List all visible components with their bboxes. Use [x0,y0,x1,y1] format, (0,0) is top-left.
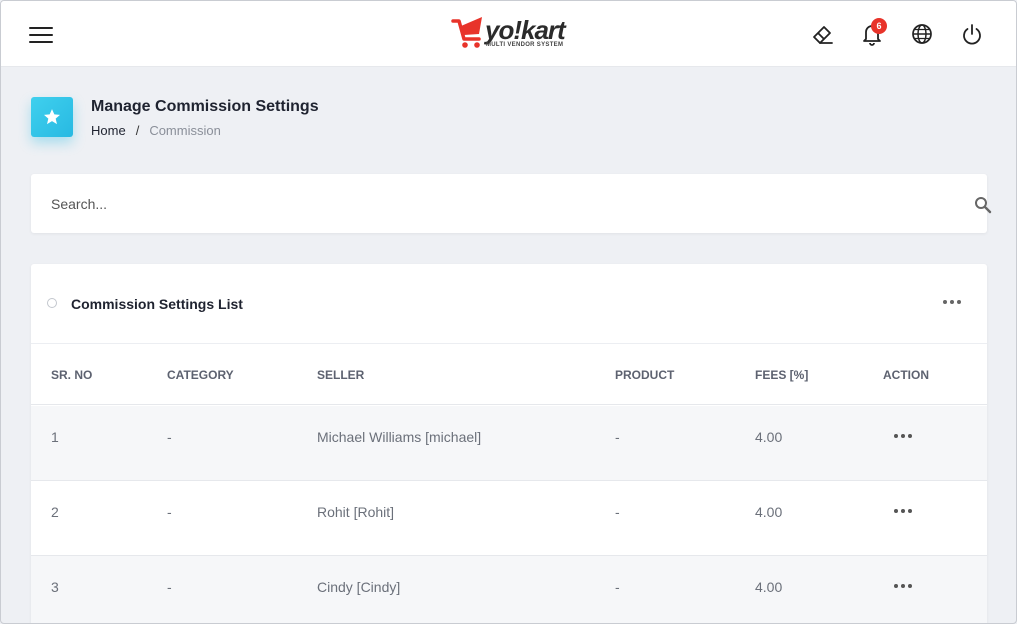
hamburger-icon[interactable] [29,27,53,45]
column-header-action: ACTION [883,368,929,382]
card-more-options-icon[interactable] [939,294,965,310]
power-icon[interactable] [959,21,985,47]
page-star-icon-box [31,97,73,137]
breadcrumb-current: Commission [149,123,221,138]
column-header-product[interactable]: PRODUCT [615,368,674,382]
cell-fees: 4.00 [755,429,783,445]
table-row: 1 - Michael Williams [michael] - 4.00 [31,406,987,481]
column-header-fees[interactable]: FEES [%] [755,368,808,382]
status-circle-icon [47,298,57,308]
breadcrumb: Home / Commission [91,123,221,138]
cart-logo-icon [451,17,482,48]
notification-badge: 6 [871,18,887,34]
breadcrumb-home-link[interactable]: Home [91,123,126,138]
table-row: 3 - Cindy [Cindy] - 4.00 [31,556,987,623]
search-icon[interactable] [973,195,993,215]
card-title: Commission Settings List [71,296,243,312]
cell-sr-no: 1 [51,429,59,445]
cell-product: - [615,504,620,520]
row-actions-icon[interactable] [891,503,915,519]
search-input[interactable] [51,192,931,216]
commission-list-card: Commission Settings List SR. NO CATEGORY… [31,264,987,623]
cell-sr-no: 3 [51,579,59,595]
eraser-icon[interactable] [809,21,835,47]
cell-category: - [167,579,172,595]
globe-icon[interactable] [909,21,935,47]
column-header-sr-no[interactable]: SR. NO [51,368,92,382]
cell-seller: Rohit [Rohit] [317,504,395,520]
app-window: yo!kart MULTI VENDOR SYSTEM 6 Manage Com… [0,0,1017,624]
cell-seller: Michael Williams [michael] [317,429,482,445]
table-row: 2 - Rohit [Rohit] - 4.00 [31,481,987,556]
star-icon [44,109,60,125]
row-actions-icon[interactable] [891,578,915,594]
logo-subtitle: MULTI VENDOR SYSTEM [486,42,564,48]
cell-category: - [167,504,172,520]
cell-product: - [615,429,620,445]
search-card [31,174,992,233]
page-title: Manage Commission Settings [91,98,319,115]
table-header: SR. NO CATEGORY SELLER PRODUCT FEES [%] … [31,344,987,405]
row-actions-icon[interactable] [891,428,915,444]
column-header-seller[interactable]: SELLER [317,368,364,382]
cell-sr-no: 2 [51,504,59,520]
breadcrumb-separator: / [135,123,140,138]
cell-product: - [615,579,620,595]
cell-fees: 4.00 [755,504,783,520]
top-bar: yo!kart MULTI VENDOR SYSTEM 6 [1,1,1016,67]
logo[interactable]: yo!kart MULTI VENDOR SYSTEM [451,15,571,53]
cell-fees: 4.00 [755,579,783,595]
cell-seller: Cindy [Cindy] [317,579,401,595]
cell-category: - [167,429,172,445]
card-header: Commission Settings List [31,264,987,344]
column-header-category[interactable]: CATEGORY [167,368,234,382]
